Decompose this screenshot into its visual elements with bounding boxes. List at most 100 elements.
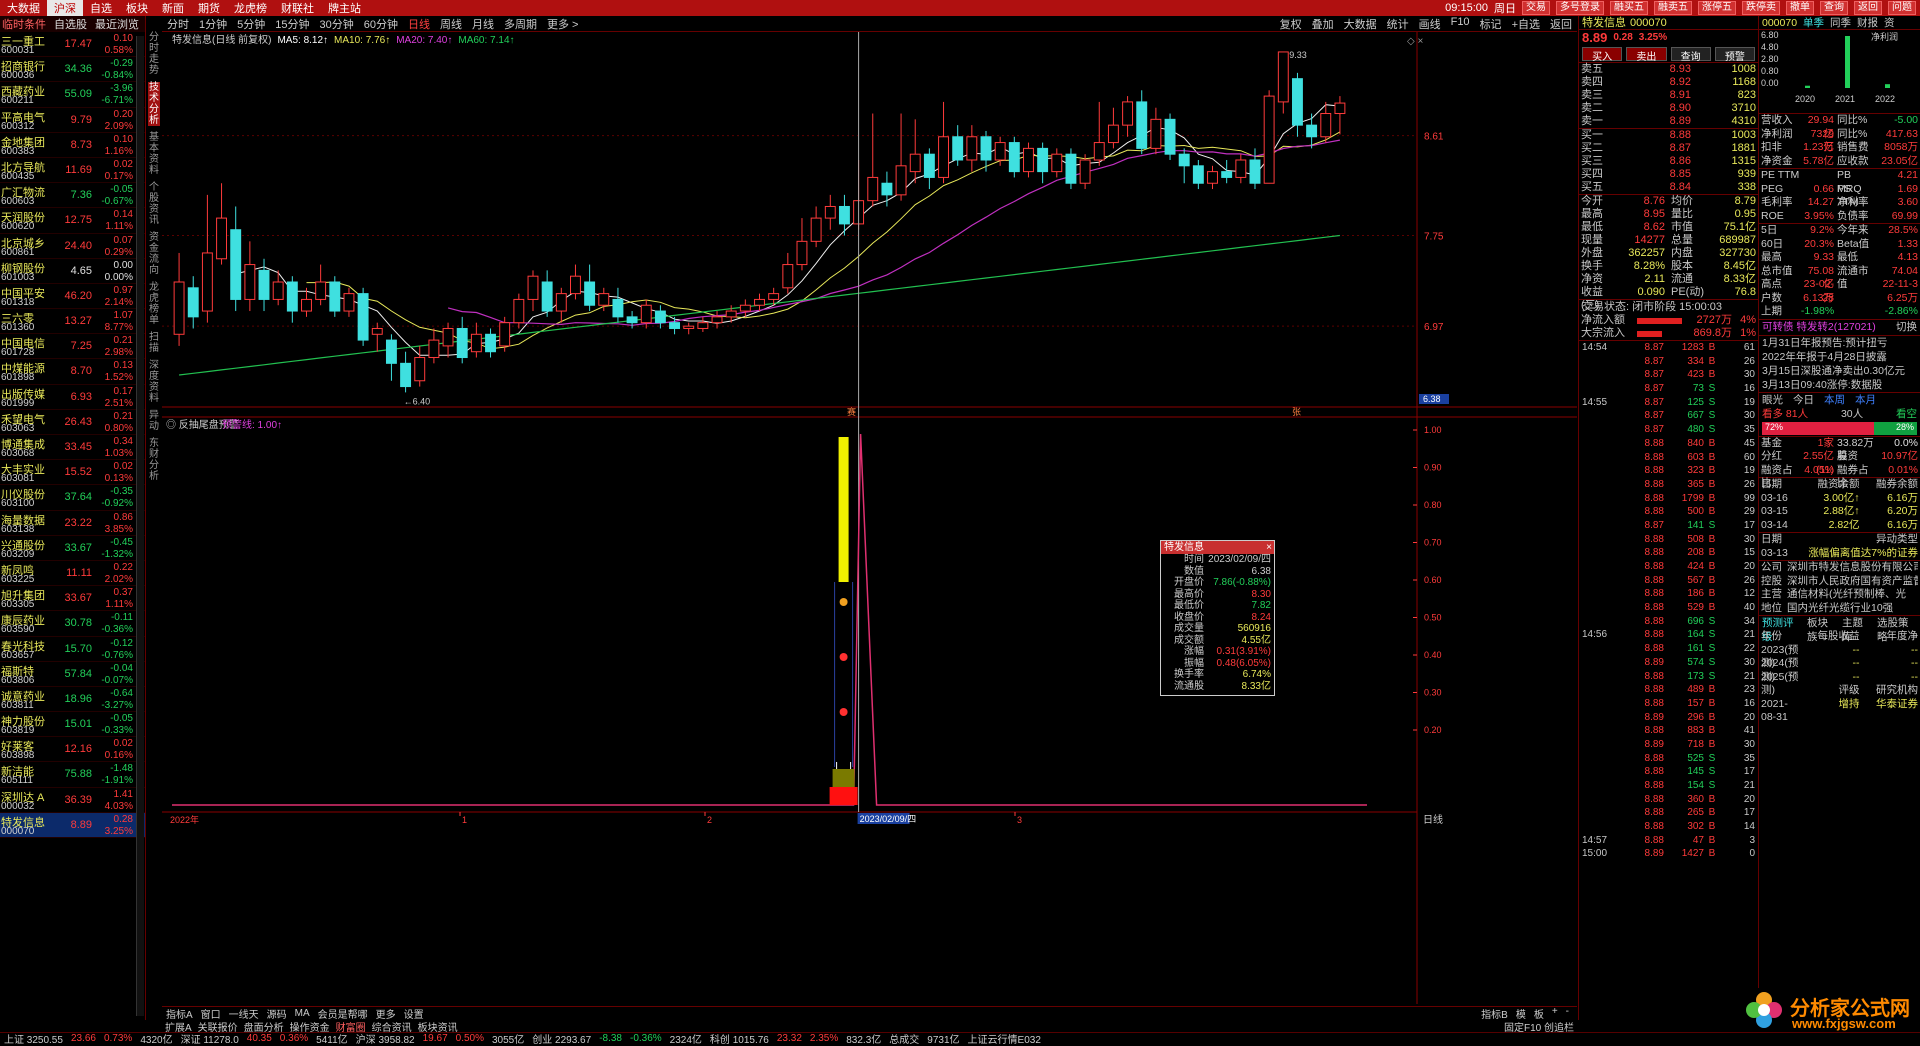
watch-row[interactable]: 北京城乡 600861 24.40 0.07 0.29% [0,234,145,259]
bond-switch[interactable]: 切换 [1896,320,1917,335]
watch-row[interactable]: 西藏药业 600211 55.09 -3.96 -6.71% [0,82,145,108]
period-9[interactable]: 多周期 [499,16,542,32]
tool-button[interactable]: 融卖五 [1654,1,1692,15]
trade-button[interactable]: 卖出 [1626,47,1667,63]
view-tab[interactable]: 今日 [1793,393,1814,407]
watch-row[interactable]: 平高电气 600312 9.79 0.20 2.09% [0,108,145,133]
tool-button[interactable]: 跌停卖 [1742,1,1780,15]
menu-0[interactable]: 大数据 [0,0,47,16]
tool-button[interactable]: 问题 [1888,1,1916,15]
watch-tab[interactable]: 最近浏览 [95,16,139,32]
close-icon[interactable]: × [1266,541,1272,554]
side-tab[interactable]: 技术分析 [148,82,160,126]
period-6[interactable]: 日线 [403,16,435,32]
side-tab[interactable]: 东财分析 [148,438,160,482]
view-tab[interactable]: 眼光 [1762,393,1783,407]
watch-scrollbar[interactable] [136,36,144,1016]
menu-7[interactable]: 财联社 [274,0,321,16]
watch-row[interactable]: 博通集成 603068 33.45 0.34 1.03% [0,435,145,461]
watch-row[interactable]: 广汇物流 600603 7.36 -0.05 -0.67% [0,183,145,209]
period-10[interactable]: 更多 > [542,16,583,32]
menu-6[interactable]: 龙虎榜 [227,0,274,16]
watch-row[interactable]: 神力股份 603819 15.01 -0.05 -0.33% [0,712,145,738]
fin-tab[interactable]: 单季 [1803,16,1824,29]
period-4[interactable]: 30分钟 [315,16,359,32]
watch-row[interactable]: 海量数据 603138 23.22 0.86 3.85% [0,511,145,536]
chart-tool[interactable]: 画线 [1414,16,1446,32]
watch-row[interactable]: 北方导航 600435 11.69 0.02 0.17% [0,158,145,184]
fin-tab[interactable]: 同季 [1830,16,1851,29]
watch-row[interactable]: 福斯特 603806 57.84 -0.04 -0.07% [0,662,145,687]
side-tab[interactable]: 龙虎榜单 [148,282,160,326]
watch-tab[interactable]: 自选股 [54,16,87,32]
watch-row[interactable]: 出版传媒 601999 6.93 0.17 2.51% [0,385,145,410]
chart-tool[interactable]: 标记 [1475,16,1507,32]
menu-1[interactable]: 沪深 [47,0,83,16]
watch-row[interactable]: 诚意药业 603811 18.96 -0.64 -3.27% [0,687,145,713]
side-tab[interactable]: 深度资料 [148,360,160,404]
news-item[interactable]: 2022年年报于4月28日披露 [1759,350,1920,364]
period-5[interactable]: 60分钟 [359,16,403,32]
period-0[interactable]: 分时 [162,16,194,32]
research-tab[interactable]: 主题库 [1842,616,1872,643]
side-tab[interactable]: 个股资讯 [148,182,160,226]
menu-5[interactable]: 期货 [191,0,227,16]
chart-tool[interactable]: +自选 [1507,16,1545,32]
chart-tool[interactable]: 叠加 [1307,16,1339,32]
trade-button[interactable]: 预警 [1714,47,1755,63]
menu-2[interactable]: 自选 [83,0,119,16]
watch-row[interactable]: 三一重工 600031 17.47 0.10 0.58% [0,32,145,58]
watch-row[interactable]: 中国平安 601318 46.20 0.97 2.14% [0,284,145,310]
fin-tab[interactable]: 财报 [1857,16,1878,29]
side-tab[interactable]: 扫描 [148,332,160,354]
period-3[interactable]: 15分钟 [270,16,314,32]
watch-row[interactable]: 招商银行 600036 34.36 -0.29 -0.84% [0,57,145,83]
watch-row[interactable]: 天润股份 600620 12.75 0.14 1.11% [0,208,145,234]
menu-4[interactable]: 新面 [155,0,191,16]
watch-tab[interactable]: 临时条件 [2,16,46,32]
watch-row[interactable]: 新洁能 605111 75.88 -1.48 -1.91% [0,762,145,788]
side-tab[interactable]: 异动 [148,410,160,432]
watch-row[interactable]: 兴通股份 603209 33.67 -0.45 -1.32% [0,536,145,561]
watch-row[interactable]: 春光科技 603657 15.70 -0.12 -0.76% [0,637,145,662]
watch-row[interactable]: 三六零 601360 13.27 1.07 8.77% [0,309,145,335]
chart-tool[interactable]: 复权 [1275,16,1307,32]
watch-row[interactable]: 新凤鸣 603225 11.11 0.22 2.02% [0,561,145,587]
bond-row[interactable]: 可转债 特发转2(127021) 切换 [1759,320,1920,335]
chart-tool[interactable]: 大数据 [1339,16,1382,32]
watch-row[interactable]: 金地集团 600383 8.73 0.10 1.16% [0,133,145,158]
side-tab[interactable]: 基本资料 [148,132,160,176]
menu-8[interactable]: 牌主站 [321,0,368,16]
period-7[interactable]: 周线 [435,16,467,32]
watch-row[interactable]: 柳钢股份 601003 4.65 0.00 0.00% [0,259,145,284]
tool-button[interactable]: 交易 [1522,1,1550,15]
news-item[interactable]: 1月31日年报预告:预计扭亏 [1759,336,1920,350]
chart-tool[interactable]: 统计 [1382,16,1414,32]
watch-row[interactable]: 特发信息 000070 8.89 0.28 3.25% [0,812,145,838]
side-tab[interactable]: 资金流向 [148,232,160,276]
tool-button[interactable]: 涨停五 [1698,1,1736,15]
chart-tool[interactable]: 返回 [1545,16,1577,32]
tool-button[interactable]: 融买五 [1610,1,1648,15]
panel-controls-icon[interactable]: ◇ × [1407,36,1423,47]
news-item[interactable]: 3月13日09:40涨停:数据股 [1759,378,1920,392]
period-1[interactable]: 1分钟 [194,16,232,32]
tool-button[interactable]: 多号登录 [1556,1,1604,15]
watch-row[interactable]: 禾望电气 603063 26.43 0.21 0.80% [0,410,145,435]
tool-button[interactable]: 返回 [1854,1,1882,15]
research-tab[interactable]: 预测评级 [1762,616,1802,643]
chart-tool[interactable]: F10 [1446,16,1475,32]
trade-button[interactable]: 买入 [1582,47,1623,63]
watch-row[interactable]: 川仪股份 603100 37.64 -0.35 -0.92% [0,485,145,511]
trade-button[interactable]: 查询 [1670,47,1711,63]
research-tab[interactable]: 板块族 [1807,616,1837,643]
news-item[interactable]: 3月15日深股通净卖出0.30亿元 [1759,364,1920,378]
watch-row[interactable]: 中煤能源 601898 8.70 0.13 1.52% [0,359,145,385]
period-8[interactable]: 月线 [467,16,499,32]
period-2[interactable]: 5分钟 [232,16,270,32]
watch-row[interactable]: 深圳达 A 000032 36.39 1.41 4.03% [0,788,145,813]
menu-3[interactable]: 板块 [119,0,155,16]
watch-row[interactable]: 旭升集团 603305 33.67 0.37 1.11% [0,586,145,612]
indicator-tab[interactable]: MA [291,1008,314,1019]
research-tab[interactable]: 选股策略 [1877,616,1917,643]
